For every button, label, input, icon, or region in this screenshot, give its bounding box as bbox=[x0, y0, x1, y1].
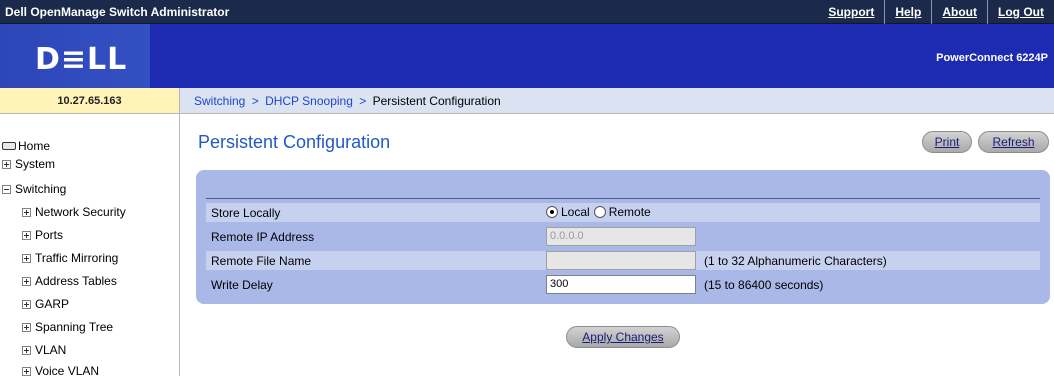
page-title: Persistent Configuration bbox=[198, 132, 391, 152]
expand-icon[interactable] bbox=[22, 299, 31, 309]
local-radio-label[interactable]: Local bbox=[561, 205, 590, 219]
sidebar-item-vlan[interactable]: VLAN bbox=[22, 343, 66, 357]
expand-icon[interactable] bbox=[22, 366, 31, 376]
breadcrumb-dhcp-snooping[interactable]: DHCP Snooping bbox=[265, 94, 353, 108]
sidebar-item-label: Spanning Tree bbox=[35, 320, 114, 334]
sidebar-item-voice-vlan[interactable]: Voice VLAN bbox=[22, 364, 99, 376]
top-bar: Dell OpenManage Switch Administrator Sup… bbox=[0, 0, 1054, 24]
write-delay-label: Write Delay bbox=[211, 278, 273, 292]
collapse-icon[interactable] bbox=[2, 184, 11, 194]
sidebar-item-traffic-mirroring[interactable]: Traffic Mirroring bbox=[22, 251, 118, 265]
sidebar-item-label: Traffic Mirroring bbox=[35, 251, 119, 265]
write-delay-row: Write Delay 300 (15 to 86400 seconds) bbox=[206, 275, 1040, 294]
remote-file-row: Remote File Name (1 to 32 Alphanumeric C… bbox=[206, 251, 1040, 270]
breadcrumb-switching[interactable]: Switching bbox=[194, 94, 245, 108]
remote-file-hint: (1 to 32 Alphanumeric Characters) bbox=[704, 254, 887, 268]
store-locally-row: Store Locally Local Remote bbox=[206, 203, 1040, 222]
product-name: PowerConnect 6224P bbox=[936, 52, 1048, 64]
remote-file-label: Remote File Name bbox=[211, 254, 312, 268]
expand-icon[interactable] bbox=[22, 345, 31, 355]
remote-ip-row: Remote IP Address 0.0.0.0 bbox=[206, 227, 1040, 246]
sidebar-item-label: GARP bbox=[35, 297, 70, 311]
print-button[interactable]: Print bbox=[922, 131, 972, 153]
logo-area: D≡LL bbox=[0, 24, 150, 88]
sidebar-item-address-tables[interactable]: Address Tables bbox=[22, 274, 117, 288]
store-locally-label: Store Locally bbox=[211, 206, 281, 220]
breadcrumb-separator: > bbox=[251, 94, 259, 108]
home-icon bbox=[2, 142, 16, 150]
expand-icon[interactable] bbox=[22, 276, 31, 286]
sidebar-item-label: Home bbox=[18, 139, 51, 153]
logout-link[interactable]: Log Out bbox=[987, 0, 1054, 24]
sidebar-item-label: VLAN bbox=[35, 343, 67, 357]
top-links: Support Help About Log Out bbox=[818, 0, 1054, 24]
breadcrumb-current: Persistent Configuration bbox=[372, 94, 501, 108]
support-link[interactable]: Support bbox=[818, 0, 884, 24]
expand-icon[interactable] bbox=[22, 253, 31, 263]
sidebar-item-label: System bbox=[15, 157, 56, 171]
sidebar-item-network-security[interactable]: Network Security bbox=[22, 205, 126, 219]
remote-radio-label[interactable]: Remote bbox=[609, 205, 651, 219]
banner: D≡LL PowerConnect 6224P bbox=[0, 24, 1054, 88]
form-header-divider bbox=[206, 198, 1040, 199]
expand-icon[interactable] bbox=[22, 207, 31, 217]
breadcrumb: Switching > DHCP Snooping > Persistent C… bbox=[180, 88, 1054, 114]
sidebar-item-label: Address Tables bbox=[35, 274, 117, 288]
help-link[interactable]: Help bbox=[884, 0, 931, 24]
about-link[interactable]: About bbox=[931, 0, 987, 24]
remote-file-input[interactable] bbox=[546, 251, 696, 270]
settings-form: Store Locally Local Remote Remote IP Add… bbox=[196, 170, 1050, 304]
store-locally-radio-group: Local Remote bbox=[546, 205, 655, 219]
apply-changes-button[interactable]: Apply Changes bbox=[566, 326, 680, 348]
sidebar-item-label: Network Security bbox=[35, 205, 126, 219]
sidebar-item-spanning-tree[interactable]: Spanning Tree bbox=[22, 320, 113, 334]
breadcrumb-separator: > bbox=[359, 94, 367, 108]
remote-ip-label: Remote IP Address bbox=[211, 230, 315, 244]
sidebar-item-label: Voice VLAN bbox=[35, 364, 100, 376]
app-title: Dell OpenManage Switch Administrator bbox=[5, 5, 230, 19]
write-delay-input[interactable]: 300 bbox=[546, 275, 696, 294]
ip-address: 10.27.65.163 bbox=[57, 95, 122, 107]
sidebar-item-system[interactable]: System bbox=[2, 157, 55, 171]
expand-icon[interactable] bbox=[2, 159, 11, 169]
sidebar-item-switching[interactable]: Switching bbox=[2, 182, 66, 196]
remote-radio[interactable] bbox=[593, 206, 606, 218]
dell-logo: D≡LL bbox=[35, 42, 128, 77]
sidebar-item-label: Switching bbox=[15, 182, 67, 196]
local-radio[interactable] bbox=[546, 206, 558, 218]
expand-icon[interactable] bbox=[22, 322, 31, 332]
ip-address-bar: 10.27.65.163 bbox=[0, 88, 180, 114]
expand-icon[interactable] bbox=[22, 230, 31, 240]
refresh-button[interactable]: Refresh bbox=[978, 131, 1049, 153]
sidebar-item-home[interactable]: Home bbox=[2, 139, 50, 153]
remote-ip-input[interactable]: 0.0.0.0 bbox=[546, 227, 696, 246]
sidebar-item-label: Ports bbox=[35, 228, 64, 242]
main-content: Persistent Configuration Print Refresh S… bbox=[181, 114, 1054, 376]
sidebar-item-garp[interactable]: GARP bbox=[22, 297, 69, 311]
sidebar-item-ports[interactable]: Ports bbox=[22, 228, 63, 242]
write-delay-hint: (15 to 86400 seconds) bbox=[704, 278, 824, 292]
sidebar: Home System Switching Network Security P… bbox=[0, 114, 180, 376]
